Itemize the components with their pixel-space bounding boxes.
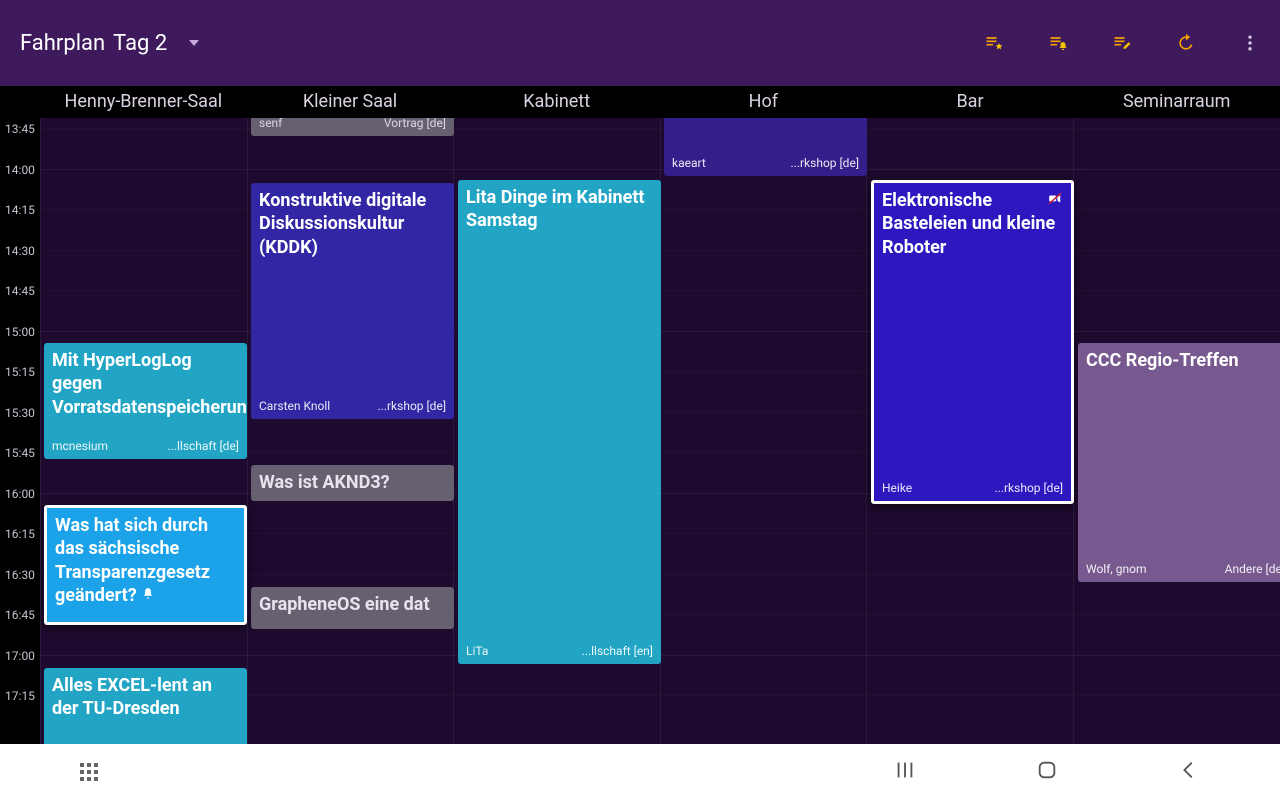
event-title: GrapheneOS eine dat: [259, 593, 446, 616]
time-label: 17:15: [0, 689, 40, 703]
event-meta: Vortrag [de]: [384, 118, 446, 132]
event-meta: ...rkshop [de]: [791, 156, 860, 172]
event-speaker: Carsten Knoll: [259, 399, 330, 415]
time-label: 14:30: [0, 244, 40, 258]
event-meta: Andere [de]: [1225, 562, 1280, 578]
event-speaker: LiTa: [466, 644, 488, 660]
event-e5[interactable]: Mit HyperLogLog gegen Vorratsdatenspeich…: [44, 343, 247, 459]
time-label: 15:45: [0, 446, 40, 460]
event-e6[interactable]: CCC Regio-Treffen Wolf, gnom Andere [de]: [1078, 343, 1280, 582]
event-e1[interactable]: kaeart ...rkshop [de]: [664, 118, 867, 176]
system-navbar: [0, 744, 1280, 800]
time-label: 16:30: [0, 568, 40, 582]
day-label: Tag 2: [113, 31, 167, 56]
no-video-icon: [1047, 189, 1063, 212]
bell-icon: [141, 587, 155, 601]
home-button[interactable]: [1036, 759, 1058, 785]
event-title: Elektronische Basteleien und kleine Robo…: [882, 189, 1063, 259]
event-title: CCC Regio-Treffen: [1086, 349, 1280, 372]
event-title: Was ist AKND3?: [259, 471, 446, 494]
time-label: 15:00: [0, 325, 40, 339]
event-speaker: Wolf, gnom: [1086, 562, 1146, 578]
event-meta: ...llschaft [en]: [582, 644, 653, 660]
time-label: 15:15: [0, 365, 40, 379]
event-e2[interactable]: Konstruktive digitale Diskussionskultur …: [251, 183, 454, 419]
event-title: Konstruktive digitale Diskussionskultur …: [259, 189, 446, 259]
event-e9[interactable]: GrapheneOS eine dat: [251, 587, 454, 629]
room-header: Kleiner Saal: [247, 86, 454, 118]
time-label: 16:45: [0, 608, 40, 622]
event-title: Mit HyperLogLog gegen Vorratsdatenspeich…: [52, 349, 239, 419]
schedule-grid[interactable]: 13:45 14:00 14:15 14:30 14:45 15:00 15:15 15:30…: [0, 118, 1280, 744]
toolbar: Fahrplan Tag 2: [0, 0, 1280, 86]
event-e10[interactable]: Alles EXCEL-lent an der TU-Dresden: [44, 668, 247, 744]
room-header: Seminarraum: [1073, 86, 1280, 118]
room-header: Hof: [660, 86, 867, 118]
time-label: 16:15: [0, 527, 40, 541]
time-label: 17:00: [0, 649, 40, 663]
event-speaker: mcnesium: [52, 439, 108, 455]
time-gutter: 13:45 14:00 14:15 14:30 14:45 15:00 15:15 15:30…: [0, 118, 40, 744]
back-button[interactable]: [1178, 759, 1200, 785]
app-drawer-icon[interactable]: [80, 763, 98, 781]
time-label: 15:30: [0, 406, 40, 420]
refresh-icon[interactable]: [1176, 33, 1196, 53]
event-e0[interactable]: senf Vortrag [de]: [251, 118, 454, 136]
time-label: 14:15: [0, 203, 40, 217]
time-label: 13:45: [0, 122, 40, 136]
list-bell-icon[interactable]: [1048, 33, 1068, 53]
event-meta: ...rkshop [de]: [995, 481, 1064, 497]
overflow-menu-icon[interactable]: [1240, 33, 1260, 53]
event-speaker: kaeart: [672, 156, 706, 172]
event-e8[interactable]: Was hat sich durch das sächsische Transp…: [44, 505, 247, 625]
recents-button[interactable]: [894, 759, 916, 785]
time-label: 14:00: [0, 163, 40, 177]
chevron-down-icon: [189, 40, 199, 46]
list-edit-icon[interactable]: [1112, 33, 1132, 53]
room-header: Henny-Brenner-Saal: [40, 86, 247, 118]
event-speaker: Heike: [882, 481, 912, 497]
time-label: 16:00: [0, 487, 40, 501]
room-header: Bar: [867, 86, 1074, 118]
event-e3[interactable]: Lita Dinge im Kabinett Samstag LiTa ...lls…: [458, 180, 661, 664]
event-meta: ...rkshop [de]: [378, 399, 447, 415]
app-title: Fahrplan: [20, 31, 105, 56]
time-label: 14:45: [0, 284, 40, 298]
event-e7[interactable]: Was ist AKND3?: [251, 465, 454, 501]
event-meta: ...llschaft [de]: [167, 439, 239, 455]
event-e4[interactable]: Elektronische Basteleien und kleine Robo…: [871, 180, 1074, 504]
list-star-icon[interactable]: [984, 33, 1004, 53]
event-title: Lita Dinge im Kabinett Samstag: [466, 186, 653, 233]
day-selector[interactable]: Tag 2: [113, 31, 199, 56]
room-header: Kabinett: [453, 86, 660, 118]
event-title: Alles EXCEL-lent an der TU-Dresden: [52, 674, 239, 721]
event-title: Was hat sich durch das sächsische Transp…: [55, 514, 236, 608]
room-headers: Henny-Brenner-Saal Kleiner Saal Kabinett…: [0, 86, 1280, 118]
event-speaker: senf: [259, 118, 282, 132]
